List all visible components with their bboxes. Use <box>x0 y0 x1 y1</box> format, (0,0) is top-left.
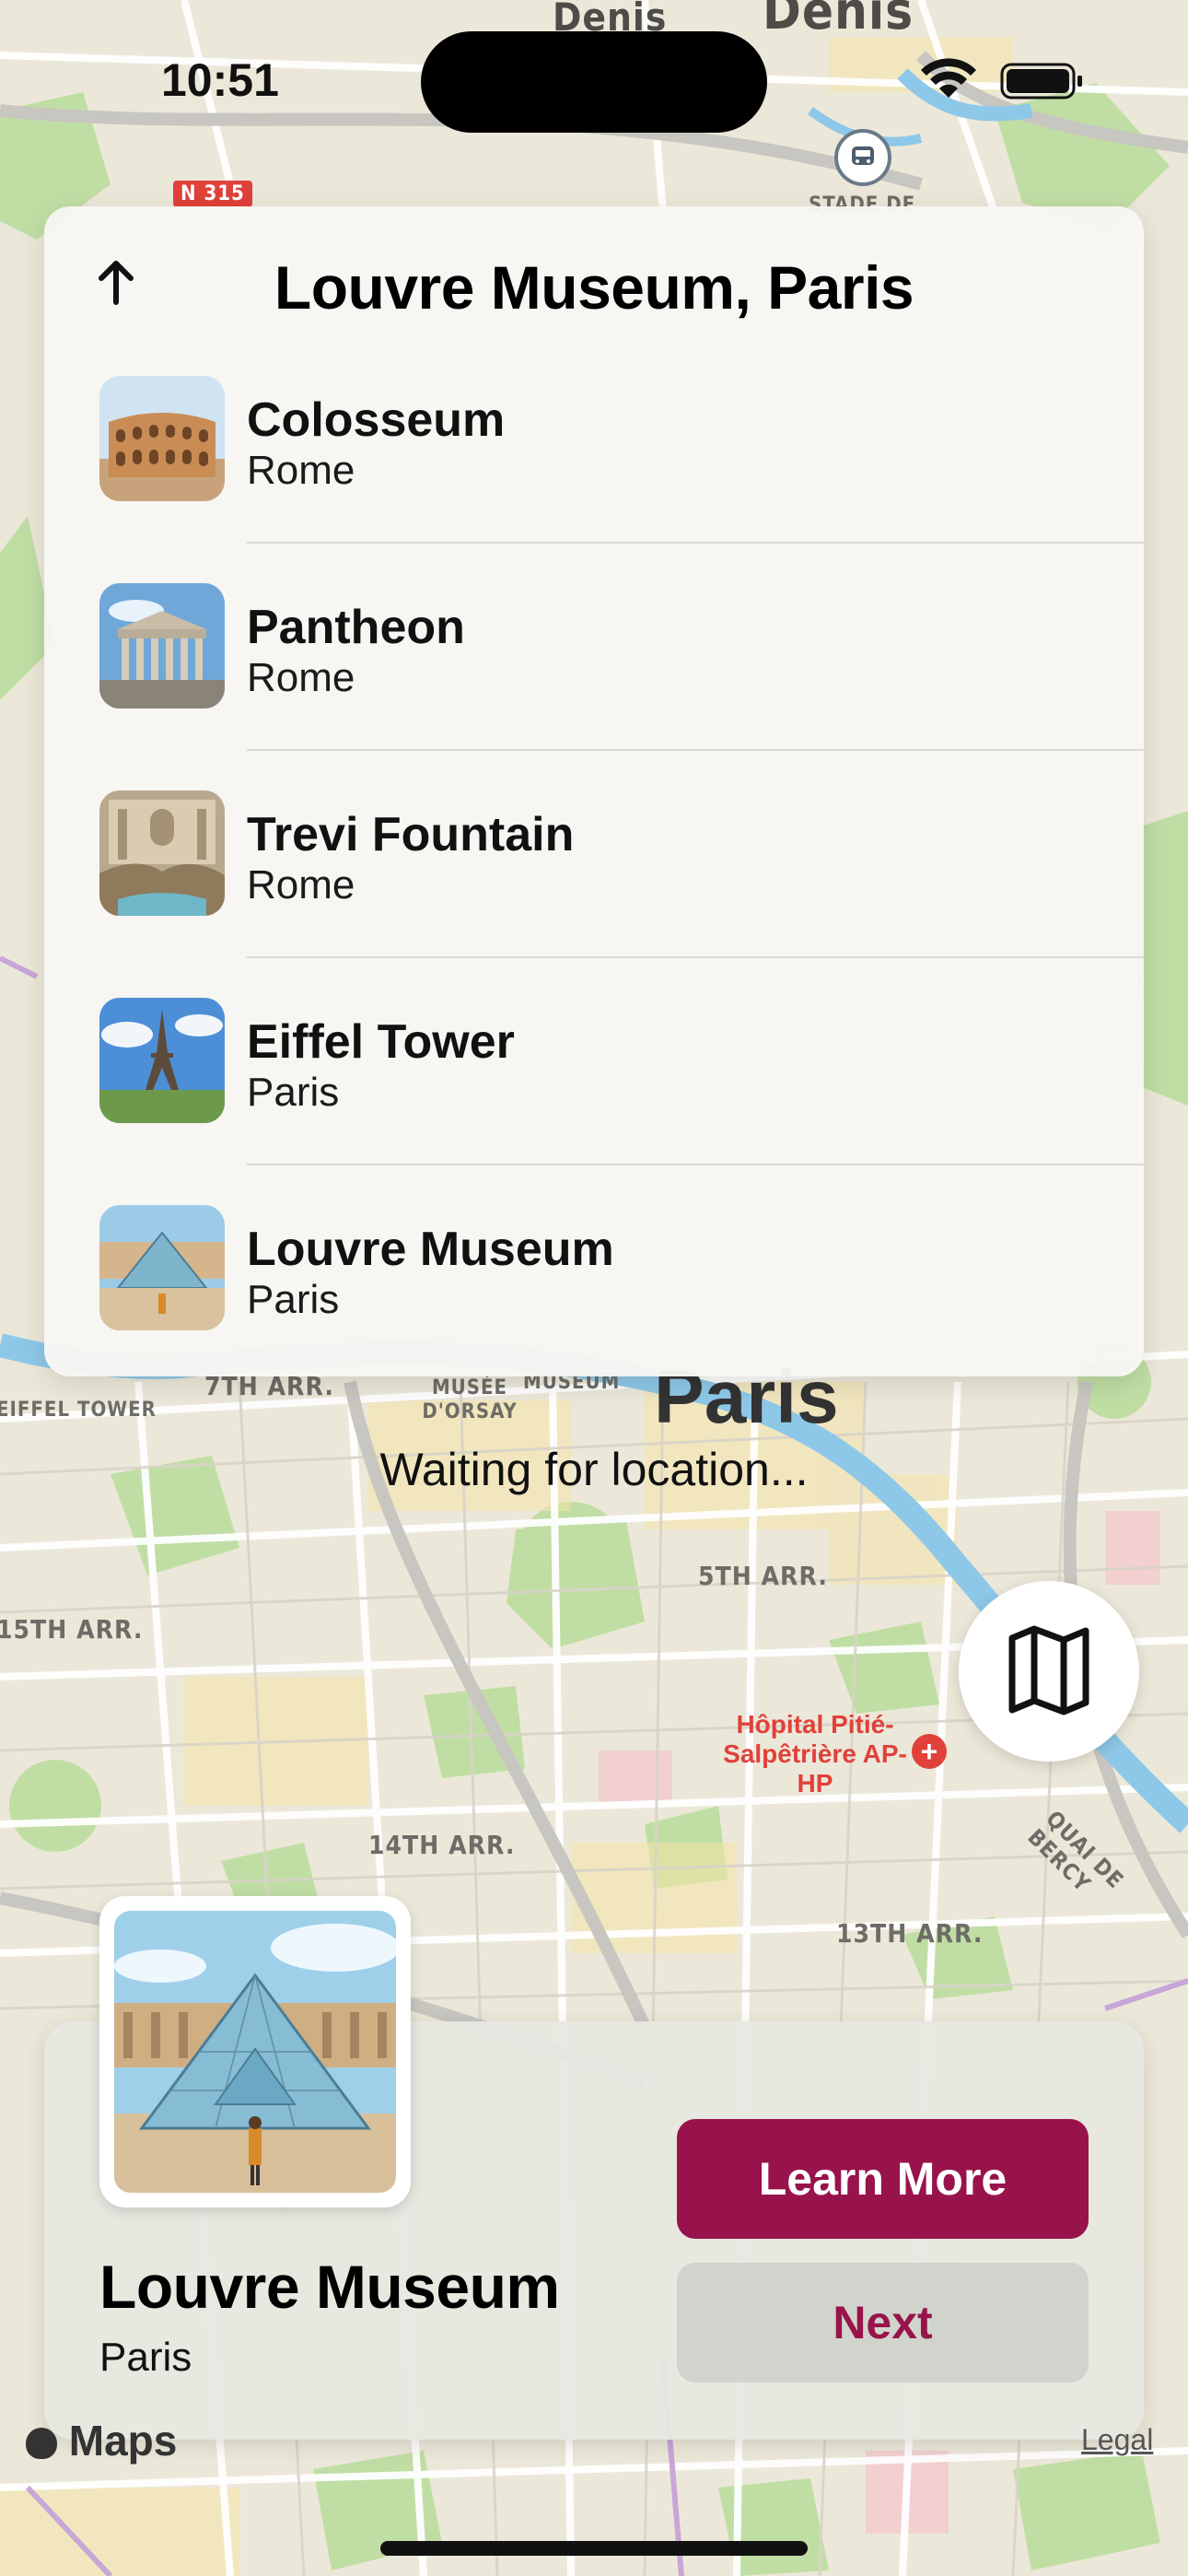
list-item-name: Colosseum <box>247 393 506 447</box>
list-item[interactable]: Eiffel Tower Paris <box>44 998 1144 1205</box>
colosseum-thumbnail <box>99 376 225 501</box>
panel-header: Louvre Museum, Paris <box>44 206 1144 363</box>
list-item[interactable]: Pantheon Rome <box>44 583 1144 790</box>
landmark-list: Colosseum Rome Pantheon Rome Trevi Fount… <box>44 376 1144 1376</box>
legal-link[interactable]: Legal <box>1081 2423 1153 2457</box>
list-item-city: Paris <box>247 1070 340 1115</box>
next-button[interactable]: Next <box>677 2263 1089 2383</box>
transit-station-icon[interactable] <box>834 129 891 186</box>
list-item[interactable]: Trevi Fountain Rome <box>44 790 1144 998</box>
history-panel: Louvre Museum, Paris Colosseum Rome Pant… <box>44 206 1144 1376</box>
map-label-hopital: Hôpital Pitié-Salpêtrière AP-HP <box>723 1710 907 1797</box>
status-icons <box>921 58 1082 100</box>
dynamic-island <box>421 31 767 133</box>
landmark-photo <box>99 1896 411 2207</box>
battery-icon <box>1000 63 1082 100</box>
list-item[interactable]: Louvre Museum Paris <box>44 1205 1144 1376</box>
map-label-15th-arr: 15TH ARR. <box>0 1614 144 1645</box>
list-item-name: Eiffel Tower <box>247 1015 515 1069</box>
divider <box>247 749 1144 751</box>
map-label-5th-arr: 5TH ARR. <box>698 1561 828 1591</box>
divider <box>247 956 1144 958</box>
map-icon <box>1008 1625 1089 1715</box>
map-label-eiffel-tower: EIFFEL TOWER <box>0 1399 157 1422</box>
panel-title: Louvre Museum, Paris <box>274 253 914 322</box>
eiffel-tower-thumbnail <box>99 998 225 1123</box>
home-indicator[interactable] <box>380 2541 808 2556</box>
learn-more-button[interactable]: Learn More <box>677 2119 1089 2239</box>
road-shield-n315: N 315 <box>173 181 252 207</box>
list-item-city: Rome <box>247 862 355 907</box>
location-status: Waiting for location... <box>379 1444 809 1495</box>
list-item-name: Louvre Museum <box>247 1223 614 1276</box>
wifi-icon <box>921 58 976 98</box>
divider <box>247 1164 1144 1165</box>
map-label-musee-dorsay: MUSÉE D'ORSAY <box>422 1376 518 1423</box>
list-item-city: Rome <box>247 655 355 700</box>
list-item-city: Rome <box>247 448 355 493</box>
card-city: Paris <box>99 2335 192 2380</box>
list-item-name: Pantheon <box>247 601 465 654</box>
list-item-name: Trevi Fountain <box>247 808 575 861</box>
map-toggle-button[interactable] <box>959 1581 1139 1762</box>
list-item-city: Paris <box>247 1277 340 1322</box>
apple-logo-icon <box>26 2428 57 2459</box>
map-label-13th-arr: 13TH ARR. <box>836 1918 984 1949</box>
map-label-14th-arr: 14TH ARR. <box>368 1830 516 1860</box>
status-time: 10:51 <box>161 54 279 106</box>
maps-attribution[interactable]: Maps <box>26 2416 177 2465</box>
louvre-pyramid-image <box>114 1911 396 2193</box>
hospital-icon: + <box>912 1734 947 1769</box>
maps-label: Maps <box>68 2417 178 2465</box>
map-label-denis-right: Denis <box>763 0 914 41</box>
list-item[interactable]: Colosseum Rome <box>44 376 1144 583</box>
louvre-museum-thumbnail <box>99 1205 225 1330</box>
pantheon-thumbnail <box>99 583 225 708</box>
card-title: Louvre Museum <box>99 2253 560 2321</box>
trevi-fountain-thumbnail <box>99 790 225 916</box>
divider <box>247 542 1144 544</box>
